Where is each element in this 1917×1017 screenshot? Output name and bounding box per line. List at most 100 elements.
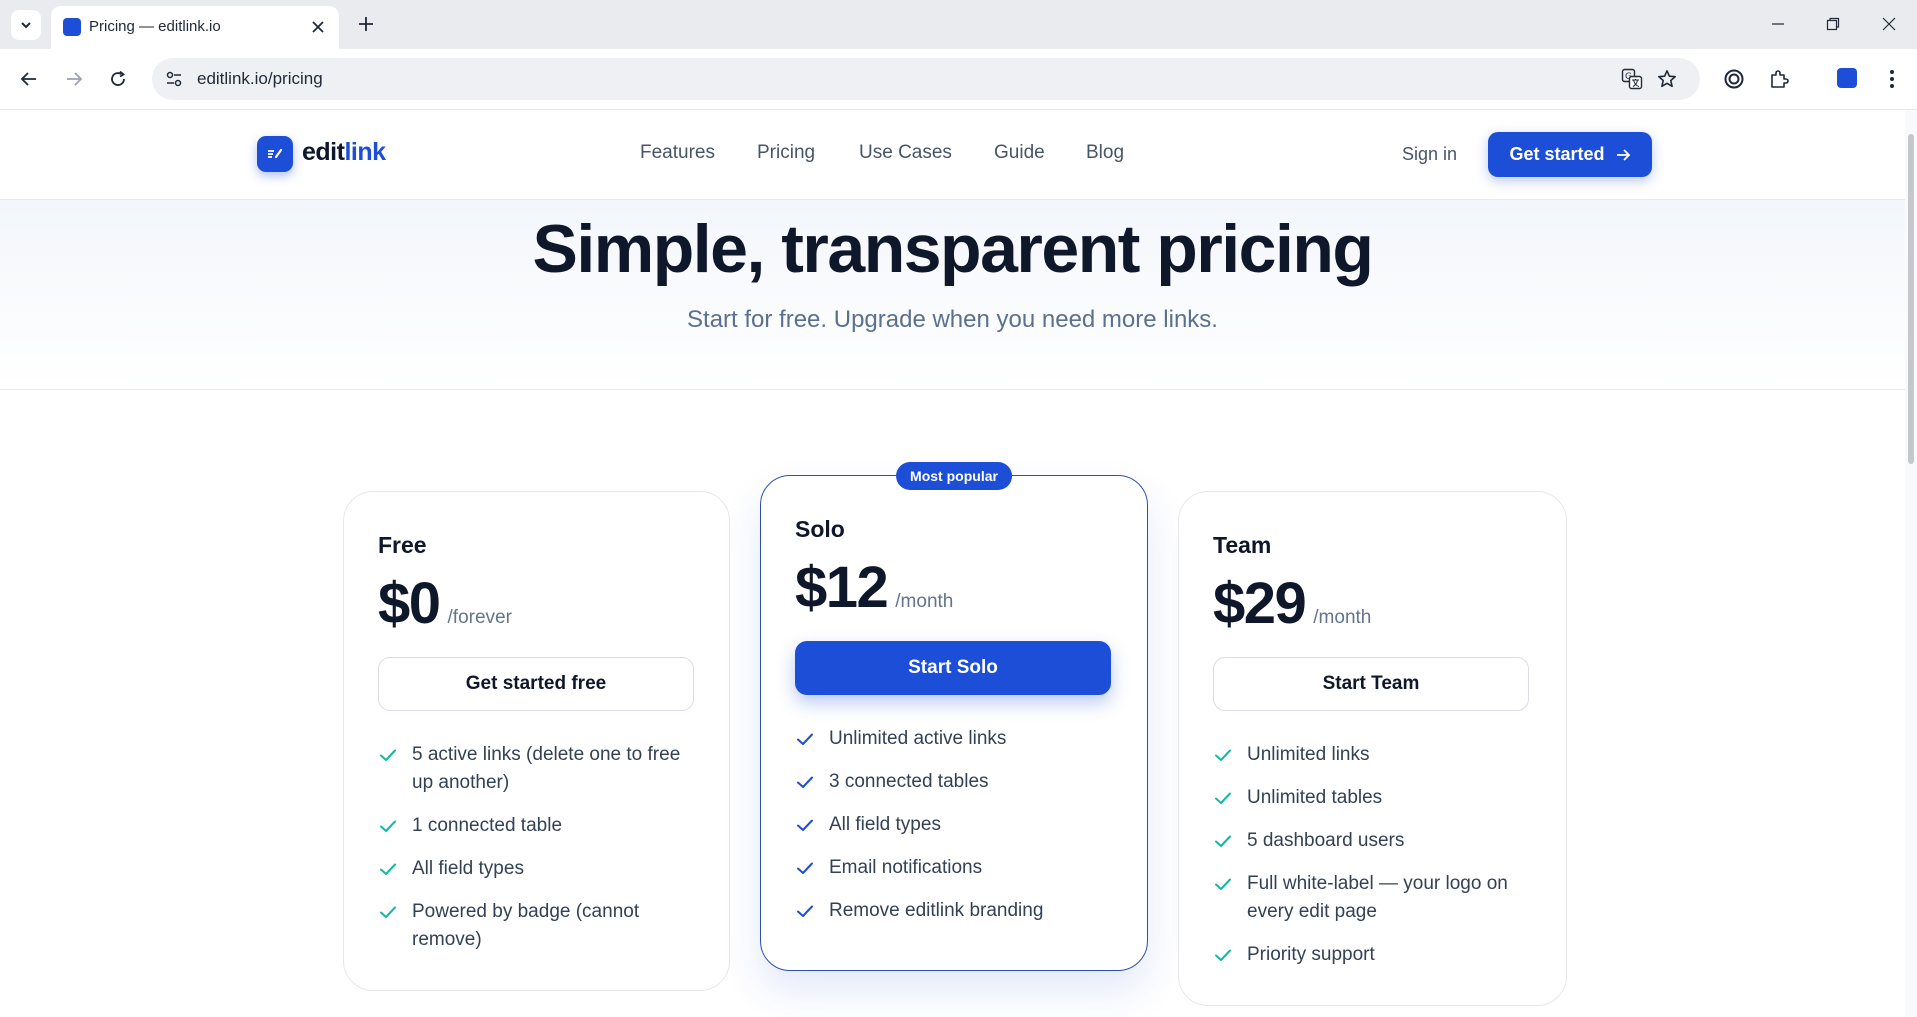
plan-name: Solo <box>795 516 845 542</box>
forward-icon[interactable] <box>59 64 89 94</box>
reload-icon[interactable] <box>103 64 133 94</box>
plan-price: $0 <box>378 571 441 636</box>
feature-item: Unlimited links <box>1213 741 1533 769</box>
feature-item: Unlimited tables <box>1213 784 1533 812</box>
nav-guide[interactable]: Guide <box>994 142 1045 164</box>
feature-item: 5 active links (delete one to free up an… <box>378 741 698 797</box>
feature-text: Unlimited active links <box>829 728 1007 749</box>
feature-item: 3 connected tables <box>795 768 1115 796</box>
nav-pricing[interactable]: Pricing <box>757 142 815 164</box>
price-row: $12 /month <box>795 554 953 621</box>
check-icon <box>1215 835 1231 847</box>
scrollbar-thumb[interactable] <box>1908 134 1914 464</box>
arrow-right-icon <box>1616 148 1630 161</box>
check-icon <box>797 862 813 874</box>
browser-tabstrip: Pricing — editlink.io <box>0 0 1917 49</box>
feature-item: Powered by badge (cannot remove) <box>378 898 698 954</box>
feature-text: 3 connected tables <box>829 771 989 792</box>
tab-list-icon[interactable] <box>11 10 41 40</box>
get-started-button[interactable]: Get started <box>1488 132 1652 177</box>
plan-card-solo: Most popular Solo $12 /month Start Solo … <box>760 462 1148 971</box>
site-info-icon[interactable] <box>162 67 186 91</box>
plan-price: $12 <box>795 555 889 620</box>
start-team-button[interactable]: Start Team <box>1213 657 1529 711</box>
site-header: editlink Features Pricing Use Cases Guid… <box>0 110 1905 200</box>
feature-item: All field types <box>795 811 1115 839</box>
check-icon <box>380 820 396 832</box>
browser-tab[interactable]: Pricing — editlink.io <box>51 6 339 49</box>
translate-icon[interactable]: G <box>1620 67 1644 91</box>
feature-text: Unlimited tables <box>1247 787 1383 808</box>
plan-name: Team <box>1213 532 1272 558</box>
feature-item: 5 dashboard users <box>1213 827 1533 855</box>
page-scrollbar[interactable] <box>1905 110 1917 1017</box>
plus-icon[interactable] <box>352 10 380 38</box>
feature-text: All field types <box>829 814 941 835</box>
feature-text: Full white-label — your logo on every ed… <box>1247 873 1508 922</box>
price-row: $29 /month <box>1213 570 1371 637</box>
logo-text[interactable]: editlink <box>302 138 386 167</box>
restore-icon[interactable] <box>1811 8 1855 40</box>
feature-list: Unlimited active links 3 connected table… <box>795 725 1115 925</box>
most-popular-badge: Most popular <box>896 462 1012 490</box>
close-icon[interactable] <box>307 16 329 38</box>
get-started-label: Get started <box>1509 144 1605 164</box>
window-close-icon[interactable] <box>1867 8 1911 40</box>
feature-text: Remove editlink branding <box>829 900 1044 921</box>
check-icon <box>1215 878 1231 890</box>
plan-price: $29 <box>1213 571 1307 636</box>
feature-item: All field types <box>378 855 698 883</box>
minimize-icon[interactable] <box>1756 8 1800 40</box>
check-icon <box>1215 792 1231 804</box>
address-bar[interactable]: editlink.io/pricing G <box>152 58 1700 100</box>
check-icon <box>797 819 813 831</box>
circle-extension-icon[interactable] <box>1720 65 1748 93</box>
feature-item: 1 connected table <box>378 812 698 840</box>
nav-use-cases[interactable]: Use Cases <box>859 142 952 164</box>
feature-text: Email notifications <box>829 857 983 878</box>
page: editlink Features Pricing Use Cases Guid… <box>0 110 1905 1017</box>
tab-title: Pricing — editlink.io <box>89 18 221 35</box>
plan-name: Free <box>378 532 427 558</box>
check-icon <box>797 733 813 745</box>
back-icon[interactable] <box>14 64 44 94</box>
logo-icon[interactable] <box>257 136 293 172</box>
feature-text: 1 connected table <box>412 815 563 836</box>
feature-list: 5 active links (delete one to free up an… <box>378 741 698 954</box>
get-started-free-button[interactable]: Get started free <box>378 657 694 711</box>
feature-text: Priority support <box>1247 944 1375 965</box>
favicon-icon <box>63 18 81 36</box>
feature-text: All field types <box>412 858 524 879</box>
star-icon[interactable] <box>1655 67 1679 91</box>
plan-period: /month <box>895 591 954 612</box>
start-solo-button[interactable]: Start Solo <box>795 641 1111 695</box>
logo-text-main: edit <box>302 138 345 166</box>
plan-period: /forever <box>447 607 512 628</box>
feature-item: Remove editlink branding <box>795 897 1115 925</box>
check-icon <box>1215 949 1231 961</box>
check-icon <box>380 906 396 918</box>
price-row: $0 /forever <box>378 570 512 637</box>
feature-text: Unlimited links <box>1247 744 1370 765</box>
feature-item: Email notifications <box>795 854 1115 882</box>
hero: Simple, transparent pricing Start for fr… <box>0 200 1905 390</box>
check-icon <box>797 905 813 917</box>
feature-item: Priority support <box>1213 941 1533 969</box>
plan-period: /month <box>1313 607 1372 628</box>
browser-toolbar: editlink.io/pricing G <box>0 49 1917 110</box>
check-icon <box>380 749 396 761</box>
check-icon <box>380 863 396 875</box>
nav-features[interactable]: Features <box>640 142 715 164</box>
check-icon <box>797 776 813 788</box>
feature-list: Unlimited links Unlimited tables 5 dashb… <box>1213 741 1533 969</box>
url-text[interactable]: editlink.io/pricing <box>197 69 323 89</box>
plan-card-free: Free $0 /forever Get started free 5 acti… <box>343 491 730 991</box>
puzzle-icon[interactable] <box>1766 65 1794 93</box>
feature-item: Full white-label — your logo on every ed… <box>1213 870 1533 926</box>
feature-text: Powered by badge (cannot remove) <box>412 901 640 950</box>
editlink-extension-icon[interactable] <box>1837 68 1857 88</box>
menu-dots-icon[interactable] <box>1878 65 1906 93</box>
nav-blog[interactable]: Blog <box>1086 142 1124 164</box>
sign-in-link[interactable]: Sign in <box>1402 144 1457 165</box>
feature-item: Unlimited active links <box>795 725 1115 753</box>
